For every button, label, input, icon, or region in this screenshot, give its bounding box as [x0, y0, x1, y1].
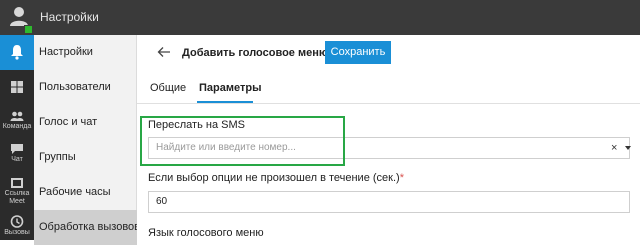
- chat-icon: [11, 144, 23, 154]
- rail-label-calls: Вызовы: [4, 229, 30, 236]
- rail-item-meet[interactable]: Ссылка Meet: [0, 177, 34, 206]
- rail-item-notifications[interactable]: [0, 35, 34, 70]
- menu-item-groups[interactable]: Группы: [34, 140, 137, 175]
- rail-item-team[interactable]: Команда: [0, 111, 34, 131]
- bell-icon: [11, 45, 23, 60]
- calls-icon: [10, 215, 24, 228]
- tab-parameters[interactable]: Параметры: [199, 82, 261, 94]
- presence-status-icon: [24, 25, 33, 34]
- rail-item-chat[interactable]: Чат: [0, 143, 34, 164]
- menu-item-voice-chat[interactable]: Голос и чат: [34, 105, 137, 140]
- required-mark: *: [399, 172, 404, 184]
- chevron-down-icon[interactable]: [625, 146, 631, 150]
- rail-label-meet: Ссылка Meet: [4, 190, 30, 205]
- menu-item-users[interactable]: Пользователи: [34, 70, 137, 105]
- page-title: Добавить голосовое меню: [182, 47, 329, 59]
- timeout-input[interactable]: 60: [148, 191, 630, 213]
- highlight-box: [140, 116, 345, 166]
- menu-item-settings[interactable]: Настройки: [34, 35, 137, 70]
- windows-icon: [11, 81, 23, 93]
- top-bar-title: Настройки: [40, 10, 99, 24]
- timeout-value: 60: [156, 196, 168, 207]
- save-button[interactable]: Сохранить: [325, 41, 391, 64]
- timeout-label: Если выбор опции не произошел в течение …: [148, 172, 404, 184]
- settings-menu: Настройки Пользователи Голос и чат Групп…: [34, 35, 137, 245]
- rail-item-calls[interactable]: Вызовы: [0, 215, 34, 237]
- meet-icon: [11, 178, 23, 188]
- clear-icon[interactable]: ×: [611, 138, 617, 158]
- team-icon: [10, 111, 24, 121]
- menu-item-office-hours[interactable]: Рабочие часы: [34, 175, 137, 210]
- user-avatar-icon[interactable]: [8, 5, 30, 27]
- left-rail: Команда Чат Ссылка Meet Вызовы: [0, 35, 34, 240]
- tabs-divider: [137, 103, 640, 104]
- rail-label-chat: Чат: [11, 156, 23, 163]
- rail-item-apps[interactable]: [0, 80, 34, 95]
- rail-label-team: Команда: [2, 123, 32, 130]
- language-label: Язык голосового меню: [148, 227, 264, 239]
- back-arrow-icon[interactable]: [157, 46, 171, 58]
- tab-general[interactable]: Общие: [150, 82, 186, 94]
- top-bar: Настройки: [0, 0, 640, 35]
- timeout-label-text: Если выбор опции не произошел в течение …: [148, 172, 400, 184]
